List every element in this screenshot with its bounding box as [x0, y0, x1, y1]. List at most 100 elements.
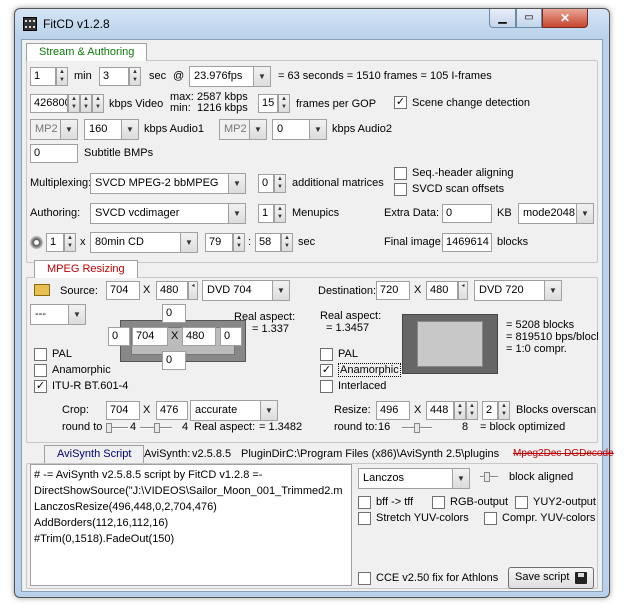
audio1-kbps-select[interactable]: 160 ▼ — [84, 119, 139, 140]
disc-type-select[interactable]: 80min CD ▼ — [90, 232, 198, 253]
bff-checkbox[interactable] — [358, 496, 371, 509]
crop-mode-select[interactable]: accurate ▼ — [190, 400, 278, 421]
compr-label: Compr. YUV-colors — [502, 512, 596, 524]
video-kbps-spinner-3[interactable]: ▲ ▼ — [92, 94, 104, 113]
final-image-input[interactable]: 1469614 — [442, 233, 492, 252]
minutes-input[interactable]: 3 — [99, 67, 129, 86]
disc-seconds-input[interactable]: 58 — [255, 233, 281, 252]
gop-spinner[interactable]: ▲ ▼ — [278, 94, 290, 113]
crop-mid-height-input[interactable]: 480 — [182, 327, 216, 346]
rgb-checkbox[interactable] — [432, 496, 445, 509]
src-standard-value: DVD 704 — [207, 284, 252, 296]
block-aligned-slider[interactable] — [480, 472, 498, 482]
subtitle-input[interactable]: 0 — [30, 144, 78, 163]
stretch-checkbox[interactable] — [358, 512, 371, 525]
yuy2-checkbox[interactable] — [515, 496, 528, 509]
folder-icon[interactable] — [34, 284, 50, 296]
stat-compr: = 1:0 compr. — [506, 343, 567, 355]
tab-avisynth-script[interactable]: AviSynth Script — [44, 445, 145, 463]
audio1-codec-select[interactable]: MP2 ▼ — [30, 119, 78, 140]
src-standard-select[interactable]: DVD 704 ▼ — [202, 280, 290, 301]
mode-select[interactable]: mode2048 ▼ — [518, 203, 594, 224]
crop-bottom-input[interactable]: 0 — [162, 351, 186, 370]
itur-checkbox[interactable]: ✓ — [34, 380, 47, 393]
round-src-slider[interactable] — [106, 423, 128, 433]
chevron-down-icon: ▼ — [249, 120, 266, 139]
script-editor[interactable]: # -= AviSynth v2.5.8.5 script by FitCD v… — [30, 464, 352, 586]
minimize-button[interactable]: ▁ — [489, 9, 516, 28]
script-line: # -= AviSynth v2.5.8.5 script by FitCD v… — [34, 469, 263, 481]
floppy-icon — [575, 572, 587, 584]
min-label: min — [74, 70, 92, 82]
scene-change-checkbox[interactable]: ✓ — [394, 96, 407, 109]
close-button[interactable]: ✕ — [542, 9, 588, 28]
crop-mid-width-input[interactable]: 704 — [132, 327, 168, 346]
resize-height-input[interactable]: 448 — [426, 401, 454, 420]
matrices-input[interactable]: 0 — [258, 174, 274, 193]
fps-select[interactable]: 23.976fps ▼ — [189, 66, 271, 87]
crop-left-input[interactable]: 0 — [108, 327, 130, 346]
gop-input[interactable]: 15 — [258, 94, 278, 113]
hours-input[interactable]: 1 — [30, 67, 56, 86]
mux-select[interactable]: SVCD MPEG-2 bbMPEG ▼ — [90, 173, 246, 194]
src-width-input[interactable]: 704 — [106, 281, 140, 300]
disc-count-spinner[interactable]: ▲ ▼ — [64, 233, 76, 252]
menupics-input[interactable]: 1 — [258, 204, 274, 223]
resizer-select[interactable]: Lanczos ▼ — [358, 468, 470, 489]
crop-height-input[interactable]: 476 — [156, 401, 188, 420]
matrices-spinner[interactable]: ▲ ▼ — [274, 174, 286, 193]
src-pal-label: PAL — [52, 348, 72, 360]
source-label: Source: — [60, 285, 98, 297]
extra-data-input[interactable]: 0 — [442, 204, 492, 223]
audio2-codec-select[interactable]: MP2 ▼ — [219, 119, 267, 140]
dst-standard-select[interactable]: DVD 720 ▼ — [474, 280, 562, 301]
resize-height-spinner-2[interactable]: ▲ ▼ — [466, 401, 478, 420]
dst-pal-checkbox[interactable] — [320, 348, 333, 361]
video-kbps-spinner-2[interactable]: ▲ ▼ — [80, 94, 92, 113]
dst-anamorphic-checkbox[interactable]: ✓ — [320, 364, 333, 377]
resize-height-spinner-1[interactable]: ▲ ▼ — [454, 401, 466, 420]
disc-seconds-spinner[interactable]: ▲ ▼ — [281, 233, 293, 252]
overscan-spinner[interactable]: ▲ ▼ — [498, 401, 510, 420]
resize-width-input[interactable]: 496 — [376, 401, 410, 420]
dst-height-input[interactable]: 480 — [426, 281, 458, 300]
seq-header-checkbox[interactable] — [394, 167, 407, 180]
tab-stream-authoring[interactable]: Stream & Authoring — [26, 43, 148, 61]
src-height-spinner[interactable]: ◂ — [188, 281, 198, 300]
auth-select[interactable]: SVCD vcdimager ▼ — [90, 203, 246, 224]
maximize-button[interactable]: ▭ — [516, 9, 542, 28]
dst-height-spinner[interactable]: ◂ — [458, 281, 468, 300]
src-pal-checkbox[interactable] — [34, 348, 47, 361]
src-anamorphic-checkbox[interactable] — [34, 364, 47, 377]
disc-minutes-spinner[interactable]: ▲ ▼ — [233, 233, 245, 252]
minutes-spinner[interactable]: ▲ ▼ — [129, 67, 141, 86]
round-to2-label: round to: — [334, 421, 378, 433]
disc-count-input[interactable]: 1 — [46, 233, 64, 252]
chevron-down-icon: ▼ — [228, 204, 245, 223]
video-kbps-input[interactable]: 426800 — [30, 94, 68, 113]
save-script-button[interactable]: Save script — [508, 567, 594, 589]
compr-checkbox[interactable] — [484, 512, 497, 525]
crop-top-input[interactable]: 0 — [162, 304, 186, 323]
round-src-slider-2[interactable] — [140, 423, 172, 433]
audio2-kbps-select[interactable]: 0 ▼ — [272, 119, 327, 140]
disc-minutes-input[interactable]: 79 — [205, 233, 233, 252]
interlaced-checkbox[interactable] — [320, 380, 333, 393]
crop-right-input[interactable]: 0 — [220, 327, 242, 346]
crop-width-input[interactable]: 704 — [106, 401, 140, 420]
src-preset-select[interactable]: --- ▼ — [30, 304, 86, 325]
seq-header-label: Seq.-header aligning — [412, 167, 514, 179]
src-height-input[interactable]: 480 — [156, 281, 188, 300]
svcd-scan-checkbox[interactable] — [394, 183, 407, 196]
dst-width-input[interactable]: 720 — [376, 281, 410, 300]
interlaced-label: Interlaced — [338, 380, 387, 392]
menupics-spinner[interactable]: ▲ ▼ — [274, 204, 286, 223]
hours-spinner[interactable]: ▲ ▼ — [56, 67, 68, 86]
src-anamorphic-label: Anamorphic — [52, 364, 111, 376]
overscan-input[interactable]: 2 — [482, 401, 498, 420]
cce-checkbox[interactable] — [358, 572, 371, 585]
tab-mpeg-resizing[interactable]: MPEG Resizing — [34, 260, 138, 278]
round-dst-slider[interactable] — [402, 423, 432, 433]
block-optimized-label: = block optimized — [480, 421, 566, 433]
video-kbps-spinner-1[interactable]: ▲ ▼ — [68, 94, 80, 113]
